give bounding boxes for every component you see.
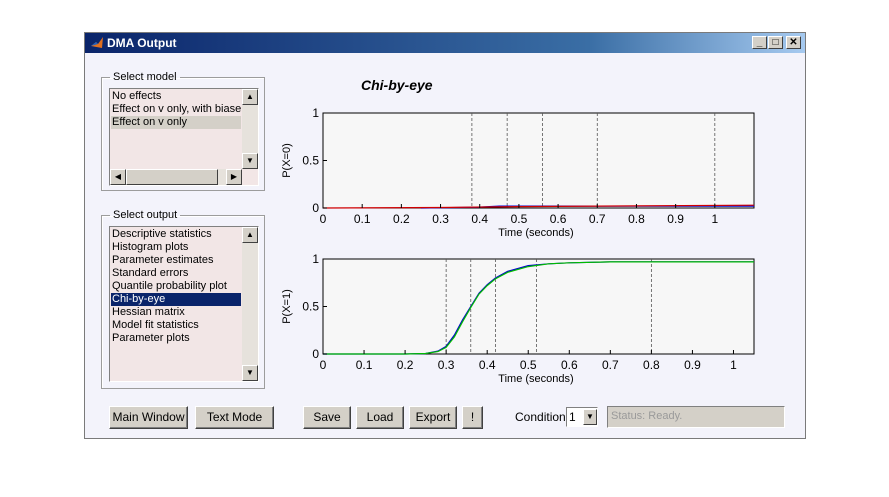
- condition-select[interactable]: 1 ▼: [566, 407, 598, 427]
- condition-label: Condition:: [515, 410, 570, 424]
- x-tick-label: 0.1: [354, 212, 371, 226]
- x-tick-label: 0.3: [432, 212, 449, 226]
- chevron-down-icon[interactable]: ▼: [583, 409, 597, 425]
- text-mode-button[interactable]: Text Mode: [195, 406, 274, 429]
- dma-output-window: DMA Output _ □ ✕ Select model No effects…: [84, 32, 806, 439]
- x-tick-label: 0.2: [397, 358, 414, 372]
- x-tick-label: 0.7: [589, 212, 606, 226]
- x-tick-label: 0.1: [356, 358, 373, 372]
- y-tick-label: 1: [312, 252, 319, 266]
- x-axis-label: Time (seconds): [498, 227, 573, 239]
- condition-value: 1: [569, 410, 576, 424]
- x-tick-label: 0.6: [550, 212, 567, 226]
- load-button[interactable]: Load: [356, 406, 404, 429]
- export-button[interactable]: Export: [409, 406, 457, 429]
- x-tick-label: 0.6: [561, 358, 578, 372]
- y-tick-label: 1: [312, 106, 319, 120]
- y-tick-label: 0: [312, 201, 319, 215]
- x-tick-label: 0: [320, 212, 327, 226]
- x-tick-label: 0.5: [520, 358, 537, 372]
- plot-axes: [322, 112, 755, 209]
- x-tick-label: 0.3: [438, 358, 455, 372]
- y-axis-label: P(X=1): [281, 289, 293, 324]
- exclamation-button[interactable]: !: [462, 406, 483, 429]
- x-axis-label: Time (seconds): [498, 373, 573, 385]
- x-tick-label: 0.4: [479, 358, 496, 372]
- y-tick-label: 0.5: [302, 300, 319, 314]
- x-tick-label: 0.5: [511, 212, 528, 226]
- x-tick-label: 0: [320, 358, 327, 372]
- plot-title: Chi-by-eye: [361, 77, 433, 93]
- main-window-button[interactable]: Main Window: [109, 406, 188, 429]
- x-tick-label: 0.8: [643, 358, 660, 372]
- x-tick-label: 0.4: [471, 212, 488, 226]
- y-tick-label: 0: [312, 347, 319, 361]
- x-tick-label: 0.8: [628, 212, 645, 226]
- y-axis-label: P(X=0): [281, 143, 293, 178]
- x-tick-label: 0.9: [684, 358, 701, 372]
- x-tick-label: 0.7: [602, 358, 619, 372]
- x-tick-label: 0.9: [667, 212, 684, 226]
- x-tick-label: 1: [730, 358, 737, 372]
- save-button[interactable]: Save: [303, 406, 351, 429]
- y-tick-label: 0.5: [302, 154, 319, 168]
- status-field: Status: Ready.: [607, 406, 785, 428]
- x-tick-label: 0.2: [393, 212, 410, 226]
- plots-area: Chi-by-eye 0 0.1 0.2 0.3 0.4 0.5 0.6 0.7 0.8 0.9 1…: [281, 77, 755, 385]
- x-tick-label: 1: [711, 212, 718, 226]
- plot-axes: [322, 258, 755, 355]
